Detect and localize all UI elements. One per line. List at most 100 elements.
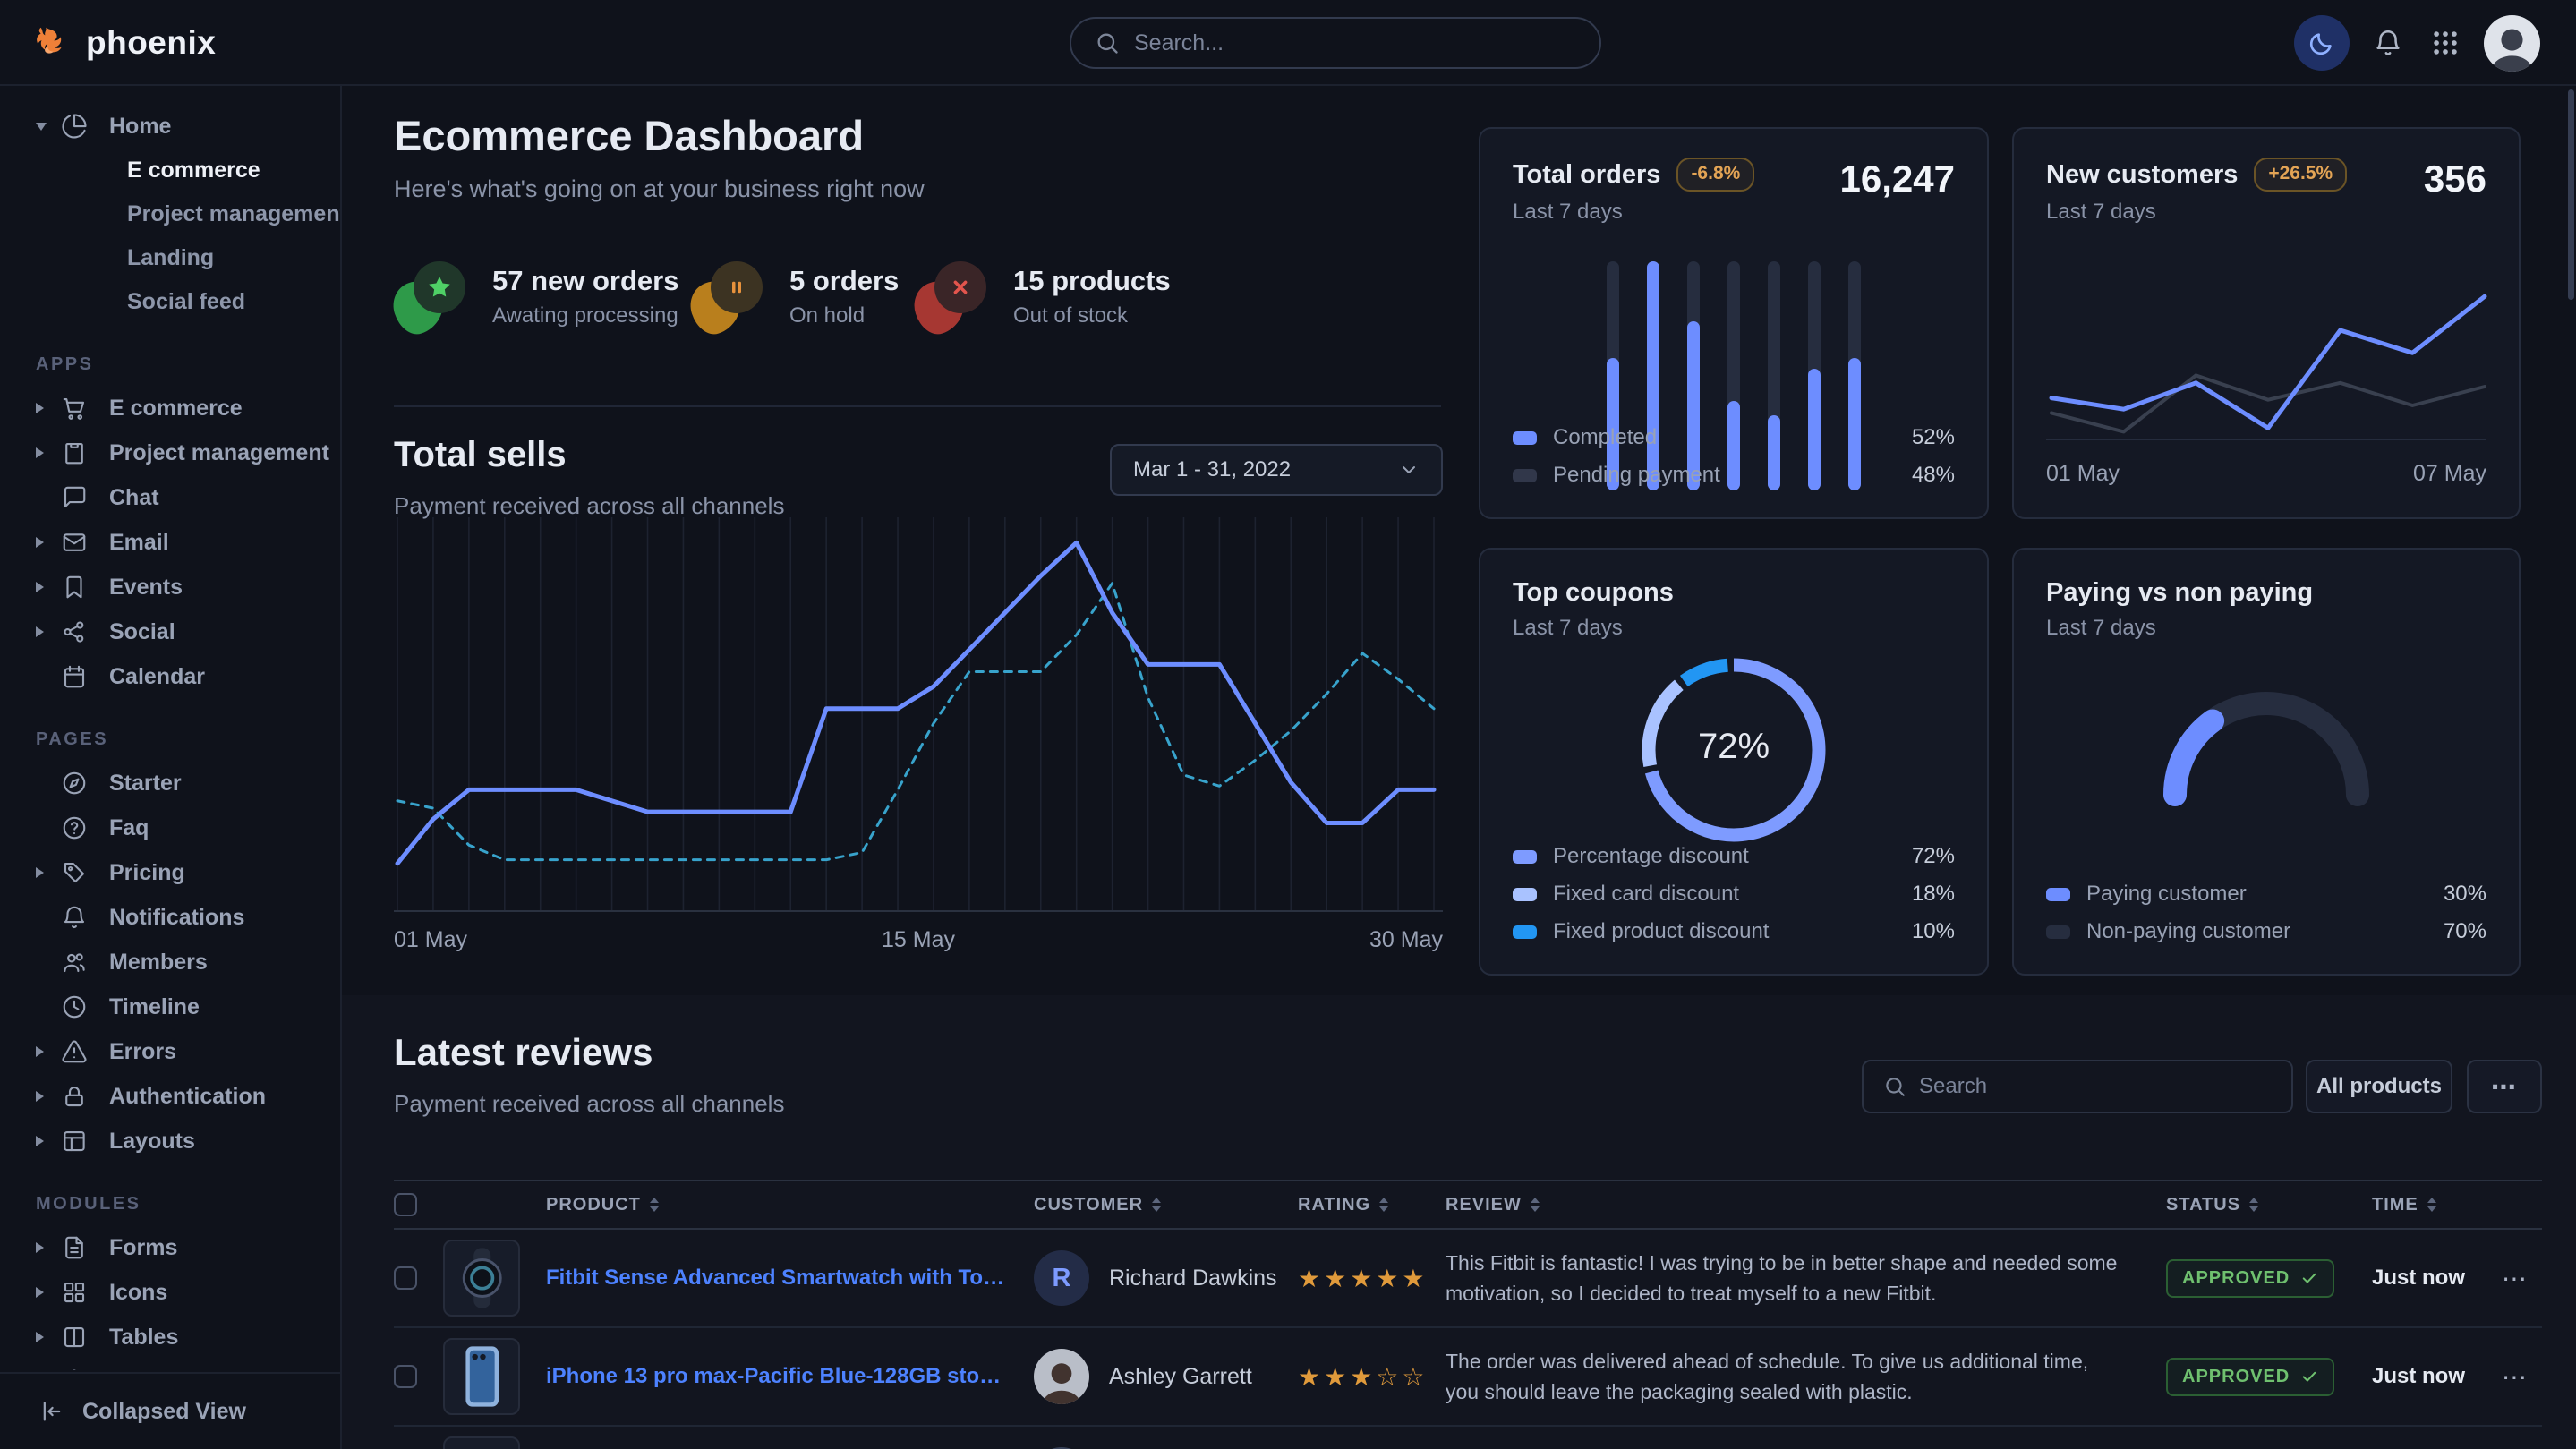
sidebar-item-faq[interactable]: Faq: [0, 805, 340, 850]
select-all-checkbox[interactable]: [394, 1193, 417, 1216]
grid-icon: [61, 1279, 88, 1306]
sidebar-item-label: Chat: [109, 485, 159, 511]
row-menu-button[interactable]: ⋯: [2502, 1362, 2542, 1392]
clock-icon: [61, 993, 88, 1020]
bell-icon: [2373, 28, 2403, 58]
coupons-legend-percentage-discount: Percentage discount72%: [1513, 838, 1955, 875]
sidebar-item-label: Faq: [109, 815, 149, 841]
product-link[interactable]: iPhone 13 pro max-Pacific Blue-128GB sto…: [546, 1364, 1034, 1389]
x-label-start: 01 May: [394, 927, 467, 953]
caret-right-icon: [36, 626, 61, 637]
sidebar-item-tables[interactable]: Tables: [0, 1315, 340, 1360]
sidebar-item-label: Notifications: [109, 905, 244, 931]
customer-name: Richard Dawkins: [1109, 1266, 1277, 1291]
sidebar-subitem-social-feed[interactable]: Social feed: [0, 280, 340, 324]
change-badge: -6.8%: [1676, 158, 1754, 192]
stat-label: On hold: [789, 303, 899, 328]
axis-line: [2046, 439, 2486, 440]
card-subtitle: Last 7 days: [1513, 616, 1955, 641]
sidebar-item-forms[interactable]: Forms: [0, 1225, 340, 1270]
sidebar-section-label-apps: APPS: [36, 354, 340, 375]
column-header-time[interactable]: TIME: [2372, 1195, 2502, 1215]
sidebar-item-components[interactable]: Components: [0, 1360, 340, 1370]
sidebar-item-chat[interactable]: Chat: [0, 475, 340, 520]
sidebar-item-label: Errors: [109, 1039, 176, 1065]
sidebar-item-project-management[interactable]: Project management: [0, 430, 340, 475]
sidebar-subitem-e-commerce[interactable]: E commerce: [0, 149, 340, 192]
total-orders-card: Total orders -6.8% Last 7 days 16,247 Co…: [1479, 127, 1989, 519]
row-checkbox[interactable]: [394, 1266, 417, 1290]
customer-avatar[interactable]: [1034, 1349, 1089, 1404]
sidebar-item-errors[interactable]: Errors: [0, 1029, 340, 1074]
status-badge: APPROVED: [2166, 1259, 2334, 1298]
column-header-rating[interactable]: RATING: [1298, 1195, 1446, 1215]
sidebar-item-label: Home: [109, 114, 171, 140]
sidebar-item-label: Timeline: [109, 994, 200, 1020]
column-header-review[interactable]: REVIEW: [1446, 1195, 2166, 1215]
caret-right-icon: [36, 403, 61, 413]
paying-card: Paying vs non paying Last 7 days Paying …: [2012, 548, 2521, 976]
search-input[interactable]: [1134, 30, 1576, 56]
sidebar-item-email[interactable]: Email: [0, 520, 340, 565]
user-avatar[interactable]: [2484, 15, 2540, 72]
caret-right-icon: [36, 1136, 61, 1146]
theme-toggle-button[interactable]: [2294, 15, 2350, 71]
bookmark-icon: [61, 574, 88, 601]
sidebar-subitem-landing[interactable]: Landing: [0, 236, 340, 280]
columns-icon: [61, 1324, 88, 1351]
calendar-icon: [61, 663, 88, 690]
reviews-search-input[interactable]: [1919, 1074, 2272, 1099]
collapse-sidebar-button[interactable]: Collapsed View: [0, 1372, 340, 1449]
reviews-more-button[interactable]: ⋯: [2467, 1060, 2542, 1113]
sidebar-subitem-project-management[interactable]: Project management: [0, 192, 340, 236]
product-image[interactable]: [443, 1240, 520, 1317]
sidebar-item-members[interactable]: Members: [0, 940, 340, 984]
date-range-select[interactable]: Mar 1 - 31, 2022: [1110, 444, 1443, 496]
column-header-customer[interactable]: CUSTOMER: [1034, 1195, 1298, 1215]
row-checkbox[interactable]: [394, 1365, 417, 1388]
total-sells-subtitle: Payment received across all channels: [394, 492, 784, 520]
card-subtitle: Last 7 days: [2046, 616, 2486, 641]
notifications-button[interactable]: [2369, 24, 2407, 62]
product-link[interactable]: Fitbit Sense Advanced Smartwatch with To…: [546, 1266, 1034, 1291]
brand-logo[interactable]: phoenix: [32, 0, 216, 86]
main-content: Ecommerce Dashboard Here's what's going …: [342, 86, 2576, 1449]
sidebar-item-layouts[interactable]: Layouts: [0, 1119, 340, 1163]
review-text: This Fitbit is fantastic! I was trying t…: [1446, 1248, 2166, 1309]
sidebar-item-authentication[interactable]: Authentication: [0, 1074, 340, 1119]
sidebar-item-label: Project management: [109, 440, 329, 466]
sidebar-item-home[interactable]: Home: [0, 104, 340, 149]
sidebar-item-icons[interactable]: Icons: [0, 1270, 340, 1315]
compass-icon: [61, 770, 88, 797]
row-menu-button[interactable]: ⋯: [2502, 1264, 2542, 1293]
column-header-status[interactable]: STATUS: [2166, 1195, 2372, 1215]
table-header-row: PRODUCT CUSTOMER RATING REVIEW STATUS TI…: [394, 1180, 2542, 1230]
caret-right-icon: [36, 1332, 61, 1342]
stat-label: Awating processing: [492, 303, 678, 328]
all-products-filter-button[interactable]: All products: [2306, 1060, 2452, 1113]
sidebar-item-calendar[interactable]: Calendar: [0, 654, 340, 699]
sidebar-item-starter[interactable]: Starter: [0, 761, 340, 805]
apps-menu-button[interactable]: [2427, 24, 2464, 62]
customer-avatar[interactable]: R: [1034, 1250, 1089, 1306]
latest-reviews-subtitle: Payment received across all channels: [394, 1090, 784, 1118]
stat-awating-processing: 57 new ordersAwating processing: [394, 261, 678, 337]
sidebar-item-notifications[interactable]: Notifications: [0, 895, 340, 940]
users-icon: [61, 949, 88, 976]
sidebar-item-e-commerce[interactable]: E commerce: [0, 386, 340, 430]
global-search[interactable]: [1070, 17, 1601, 69]
column-header-product[interactable]: PRODUCT: [546, 1195, 1034, 1215]
sidebar-item-social[interactable]: Social: [0, 609, 340, 654]
x-label-end: 30 May: [1369, 927, 1443, 953]
product-image[interactable]: [443, 1338, 520, 1415]
sidebar-item-events[interactable]: Events: [0, 565, 340, 609]
layout-icon: [61, 1128, 88, 1155]
sidebar-item-timeline[interactable]: Timeline: [0, 984, 340, 1029]
product-image[interactable]: [443, 1436, 520, 1449]
caret-right-icon: [36, 537, 61, 548]
sidebar-item-pricing[interactable]: Pricing: [0, 850, 340, 895]
caret-right-icon: [36, 867, 61, 878]
page-scrollbar[interactable]: [2568, 89, 2574, 300]
chat-icon: [61, 484, 88, 511]
reviews-search[interactable]: [1862, 1060, 2293, 1113]
